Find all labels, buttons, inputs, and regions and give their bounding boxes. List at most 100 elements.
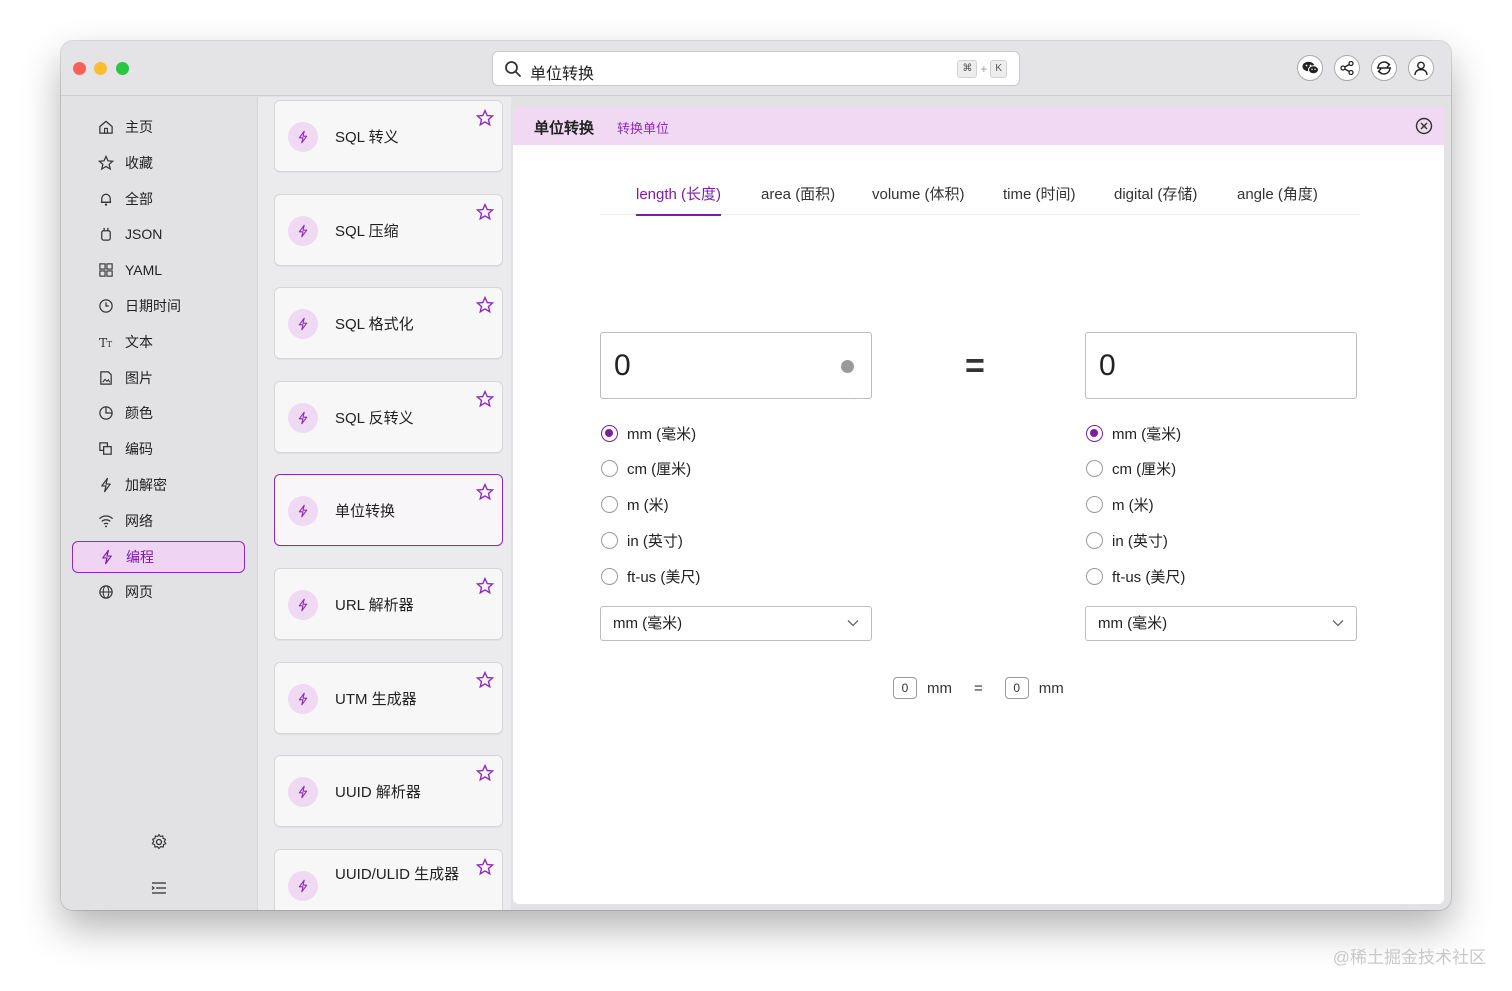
tool-card[interactable]: UUID 解析器	[274, 755, 503, 828]
sidebar-item-2[interactable]: 全部	[72, 183, 245, 215]
radio-button[interactable]	[601, 496, 618, 514]
user-button[interactable]	[1408, 55, 1434, 81]
unit-type-tabs: length (长度) area (面积) volume (体积) time (时间)…	[600, 171, 1360, 216]
bolt-icon	[288, 122, 318, 152]
sidebar-item-7[interactable]: 图片	[72, 362, 245, 394]
sidebar-item-11[interactable]: 网络	[72, 505, 245, 537]
tool-card[interactable]: UUID/ULID 生成器	[274, 848, 503, 910]
tab-unit-type[interactable]: angle (角度)	[1237, 183, 1318, 214]
right-unit-select[interactable]: mm (毫米)	[1085, 606, 1357, 641]
right-value[interactable]: 0	[1099, 349, 1116, 382]
left-select-value: mm (毫米)	[613, 615, 683, 632]
chevron-down-icon	[847, 620, 859, 627]
close-icon[interactable]	[1415, 117, 1433, 135]
radio-button[interactable]	[601, 568, 618, 586]
right-unit-option[interactable]: mm (毫米)	[1086, 422, 1181, 444]
left-value-input[interactable]: 0	[600, 332, 872, 399]
search-query[interactable]: 单位转换	[530, 60, 594, 84]
right-unit-option[interactable]: in (英寸)	[1086, 530, 1168, 552]
clear-icon[interactable]	[841, 360, 854, 399]
titlebar: 单位转换 ⌘ + K	[61, 41, 1451, 96]
tool-card[interactable]: SQL 反转义	[274, 380, 503, 453]
sidebar-item-10[interactable]: 加解密	[72, 469, 245, 501]
sidebar-item-6[interactable]: T T 文本	[72, 326, 245, 358]
tool-card-label: SQL 压缩	[335, 222, 399, 240]
favorite-star-icon[interactable]	[475, 670, 495, 689]
panel-subtitle: 转换单位	[617, 121, 670, 136]
radio-button[interactable]	[1086, 424, 1103, 442]
tool-card[interactable]: SQL 转义	[274, 100, 503, 172]
radio-button[interactable]	[1086, 532, 1103, 550]
sync-button[interactable]	[1371, 55, 1397, 81]
right-unit-option[interactable]: ft-us (美尺)	[1086, 566, 1185, 588]
radio-button[interactable]	[1086, 460, 1103, 478]
favorite-star-icon[interactable]	[475, 857, 495, 876]
left-unit-option[interactable]: cm (厘米)	[601, 458, 691, 480]
wechat-icon	[1302, 61, 1319, 75]
sidebar-item-5[interactable]: 日期时间	[72, 290, 245, 322]
tab-unit-type[interactable]: length (长度)	[636, 183, 722, 216]
right-value-input[interactable]: 0	[1085, 332, 1357, 399]
globe-icon	[97, 584, 114, 601]
sidebar-item-12[interactable]: 编程	[72, 540, 245, 573]
tool-card[interactable]: SQL 格式化	[274, 287, 503, 360]
sync-icon	[1377, 61, 1391, 75]
radio-button[interactable]	[1086, 496, 1103, 514]
radio-button[interactable]	[601, 424, 618, 442]
right-unit-option[interactable]: cm (厘米)	[1086, 458, 1176, 480]
favorite-star-icon[interactable]	[475, 389, 495, 408]
menu-icon[interactable]	[150, 879, 168, 897]
watermark: @稀土掘金技术社区	[1332, 948, 1486, 967]
left-unit-option[interactable]: m (米)	[601, 494, 669, 516]
search-input[interactable]: 单位转换 ⌘ + K	[492, 51, 1020, 86]
tool-card[interactable]: UTM 生成器	[274, 661, 503, 734]
sidebar: 主页收藏全部 JSON YAML 日期时间 T T 文本图片颜色编码加解密网络 编程 网页	[61, 97, 257, 910]
left-value[interactable]: 0	[614, 349, 631, 382]
text-icon: TT	[97, 333, 114, 350]
radio-button[interactable]	[601, 532, 618, 550]
clock-icon	[97, 298, 114, 315]
minimize-window-button[interactable]	[94, 62, 107, 75]
share-button[interactable]	[1334, 55, 1360, 81]
sidebar-item-0[interactable]: 主页	[72, 111, 245, 143]
sidebar-item-9[interactable]: 编码	[72, 433, 245, 465]
left-unit-option[interactable]: in (英寸)	[601, 530, 683, 552]
radio-button[interactable]	[601, 460, 618, 478]
wechat-button[interactable]	[1297, 55, 1323, 81]
favorite-star-icon[interactable]	[475, 483, 495, 501]
favorite-star-icon[interactable]	[475, 202, 495, 221]
tool-card-label: SQL 转义	[335, 129, 399, 146]
sidebar-item-4[interactable]: YAML	[72, 254, 245, 286]
favorite-star-icon[interactable]	[475, 108, 495, 127]
left-unit-option[interactable]: ft-us (美尺)	[601, 566, 700, 588]
sidebar-item-1[interactable]: 收藏	[72, 147, 245, 179]
tab-unit-type[interactable]: time (时间)	[1003, 183, 1076, 214]
tab-unit-type[interactable]: area (面积)	[761, 183, 835, 214]
right-unit-option[interactable]: m (米)	[1086, 494, 1154, 516]
tool-card[interactable]: 单位转换	[274, 474, 503, 547]
sidebar-item-3[interactable]: JSON	[72, 218, 245, 250]
radio-button[interactable]	[1086, 568, 1103, 586]
share-icon	[1340, 61, 1354, 75]
radio-label: in (英寸)	[1112, 533, 1168, 551]
sidebar-item-label: 颜色	[125, 405, 153, 422]
maximize-window-button[interactable]	[116, 62, 129, 75]
settings-icon[interactable]	[150, 833, 168, 851]
close-window-button[interactable]	[73, 62, 86, 75]
sidebar-item-label: 全部	[125, 190, 153, 207]
radio-label: m (米)	[627, 497, 669, 515]
sidebar-item-label: 加解密	[125, 477, 167, 493]
favorite-star-icon[interactable]	[475, 296, 495, 314]
tool-card[interactable]: SQL 压缩	[274, 193, 503, 266]
tab-unit-type[interactable]: volume (体积)	[872, 183, 965, 214]
sidebar-item-13[interactable]: 网页	[72, 576, 245, 608]
radio-label: m (米)	[1112, 497, 1154, 515]
favorite-star-icon[interactable]	[475, 764, 495, 782]
favorite-star-icon[interactable]	[475, 576, 495, 595]
sidebar-item-8[interactable]: 颜色	[72, 397, 245, 429]
tab-unit-type[interactable]: digital (存储)	[1114, 183, 1197, 214]
tool-card[interactable]: URL 解析器	[274, 568, 503, 640]
left-unit-option[interactable]: mm (毫米)	[601, 422, 696, 444]
left-unit-select[interactable]: mm (毫米)	[600, 606, 872, 641]
tool-card-label: UUID 解析器	[335, 784, 421, 802]
